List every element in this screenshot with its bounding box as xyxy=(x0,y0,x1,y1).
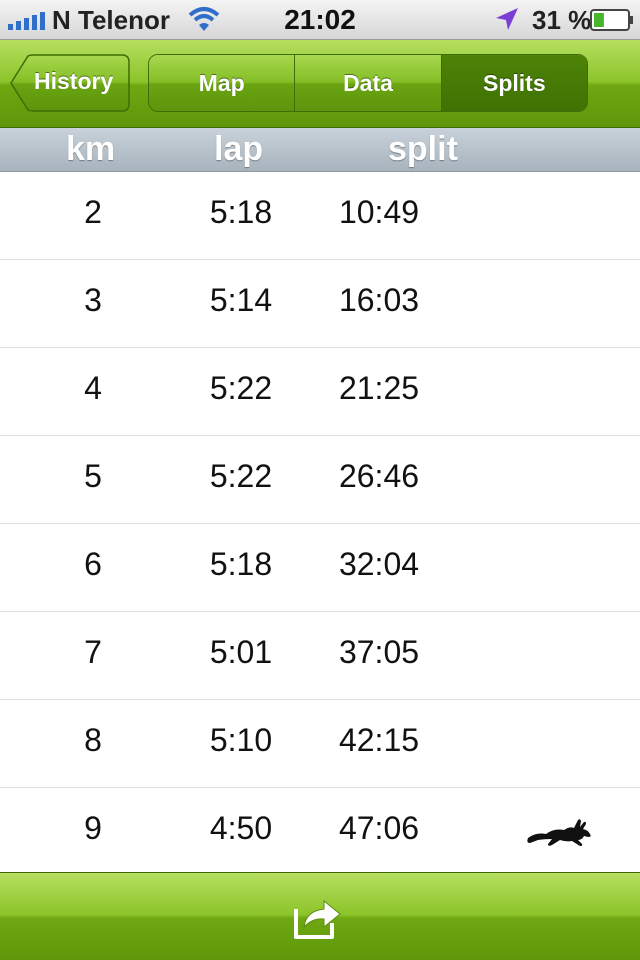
view-segmented-control: Map Data Splits xyxy=(148,54,588,112)
km-cell: 5 xyxy=(84,458,102,494)
header-split: split xyxy=(388,130,458,168)
split-cell: 32:04 xyxy=(338,546,420,582)
history-back-button[interactable]: History xyxy=(10,54,130,112)
km-cell: 3 xyxy=(84,282,102,318)
lap-cell: 5:10 xyxy=(209,722,273,758)
km-cell: 9 xyxy=(84,810,102,846)
battery-icon xyxy=(590,9,633,31)
km-cell: 7 xyxy=(84,634,102,670)
split-cell: 10:49 xyxy=(338,194,420,230)
header-lap: lap xyxy=(214,130,264,168)
km-cell: 6 xyxy=(84,546,102,582)
header-km: km xyxy=(66,130,116,168)
table-row: 4 5:22 21:25 xyxy=(0,348,640,436)
table-row: 3 5:14 16:03 xyxy=(0,260,640,348)
lap-cell: 5:18 xyxy=(209,194,273,230)
split-cell: 21:25 xyxy=(338,370,420,406)
split-cell: 26:46 xyxy=(338,458,420,494)
table-row: 6 5:18 32:04 xyxy=(0,524,640,612)
lap-cell: 5:22 xyxy=(209,458,273,494)
split-cell: 16:03 xyxy=(338,282,420,318)
split-cell: 42:15 xyxy=(338,722,420,758)
km-cell: 2 xyxy=(84,194,102,230)
lap-cell: 5:14 xyxy=(209,282,273,318)
table-row: 8 5:10 42:15 xyxy=(0,700,640,788)
tab-data[interactable]: Data xyxy=(295,55,442,111)
split-cell: 47:06 xyxy=(338,810,420,846)
table-row: 5 5:22 26:46 xyxy=(0,436,640,524)
battery-percent: 31 % xyxy=(532,5,592,35)
status-bar: N Telenor 21:02 31 % xyxy=(0,0,640,40)
split-cell: 37:05 xyxy=(338,634,420,670)
table-row: 2 5:18 10:49 xyxy=(0,172,640,260)
back-button-label: History xyxy=(34,68,114,94)
km-cell: 8 xyxy=(84,722,102,758)
location-arrow-icon xyxy=(496,8,518,30)
lap-cell: 4:50 xyxy=(209,810,273,846)
tab-map[interactable]: Map xyxy=(149,55,296,111)
bottom-toolbar xyxy=(0,872,640,960)
splits-column-header: km lap split xyxy=(0,128,640,172)
km-cell: 4 xyxy=(84,370,102,406)
lap-cell: 5:22 xyxy=(209,370,273,406)
lap-cell: 5:01 xyxy=(209,634,273,670)
rabbit-icon xyxy=(527,819,591,846)
share-icon[interactable] xyxy=(292,893,344,941)
table-row: 9 4:50 47:06 xyxy=(0,788,640,876)
splits-table: 2 5:18 10:49 3 5:14 16:03 4 5:22 21:25 5… xyxy=(0,172,640,876)
nav-bar: History Map Data Splits xyxy=(0,40,640,128)
lap-cell: 5:18 xyxy=(209,546,273,582)
table-row: 7 5:01 37:05 xyxy=(0,612,640,700)
tab-splits[interactable]: Splits xyxy=(441,55,587,111)
